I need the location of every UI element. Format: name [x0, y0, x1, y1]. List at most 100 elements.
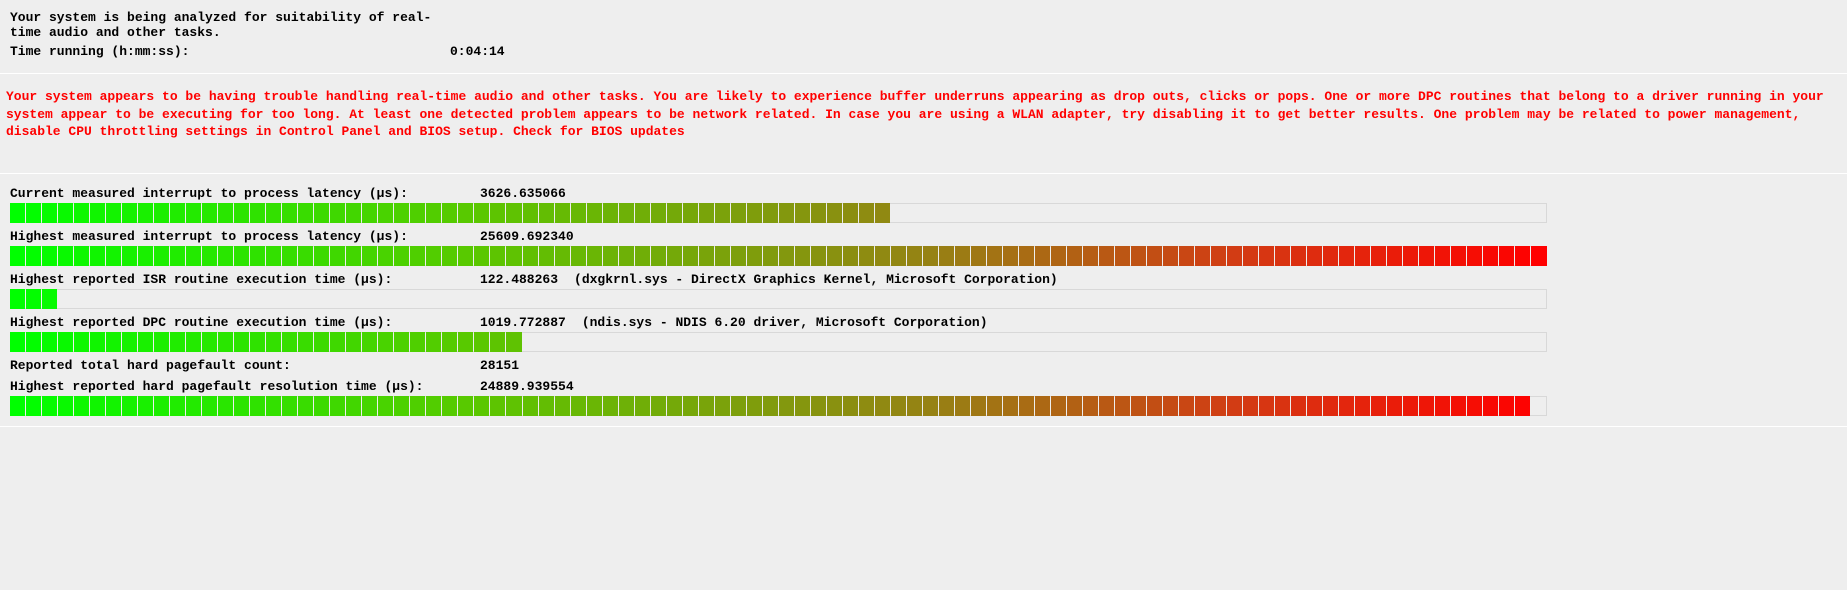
bar-segment	[939, 246, 954, 266]
bar-segment	[234, 246, 249, 266]
bar-segment	[683, 246, 698, 266]
bar-segment	[1499, 246, 1514, 266]
bar-segment	[907, 246, 922, 266]
bar-segment	[1419, 396, 1434, 416]
bar-segment	[1307, 246, 1322, 266]
bar-segment	[859, 246, 874, 266]
bar-segment	[410, 203, 425, 223]
bar-segment	[1099, 246, 1114, 266]
bar-segment	[747, 246, 762, 266]
current-latency-label: Current measured interrupt to process la…	[10, 186, 480, 201]
bar-segment	[442, 396, 457, 416]
bar-segment	[26, 396, 41, 416]
bar-segment	[603, 203, 618, 223]
bar-segment	[90, 332, 105, 352]
bar-segment	[875, 396, 890, 416]
bar-segment	[234, 203, 249, 223]
bar-segment	[74, 332, 89, 352]
bar-segment	[362, 246, 377, 266]
bar-segment	[1083, 396, 1098, 416]
bar-segment	[314, 332, 329, 352]
bar-segment	[106, 332, 121, 352]
bar-segment	[715, 246, 730, 266]
bar-segment	[410, 332, 425, 352]
bar-segment	[795, 246, 810, 266]
pagefault-time-label: Highest reported hard pagefault resoluti…	[10, 379, 480, 394]
bar-segment	[971, 396, 986, 416]
bar-segment	[186, 203, 201, 223]
bar-segment	[298, 332, 313, 352]
bar-segment	[362, 203, 377, 223]
bar-segment	[458, 203, 473, 223]
bar-segment	[458, 246, 473, 266]
bar-segment	[42, 332, 57, 352]
bar-segment	[378, 203, 393, 223]
bar-segment	[490, 396, 505, 416]
bar-segment	[747, 396, 762, 416]
bar-segment	[250, 396, 265, 416]
bar-segment	[1467, 246, 1482, 266]
bar-segment	[330, 396, 345, 416]
bar-segment	[1483, 396, 1498, 416]
bar-segment	[1195, 246, 1210, 266]
bar-segment	[987, 246, 1002, 266]
bar-segment	[1195, 396, 1210, 416]
bar-segment	[603, 246, 618, 266]
bar-segment	[378, 332, 393, 352]
bar-segment	[891, 246, 906, 266]
bar-segment	[619, 246, 634, 266]
bar-segment	[987, 396, 1002, 416]
bar-segment	[715, 203, 730, 223]
bar-segment	[875, 203, 890, 223]
bar-segment	[346, 332, 361, 352]
bar-segment	[1131, 396, 1146, 416]
bar-segment	[939, 396, 954, 416]
bar-segment	[394, 396, 409, 416]
bar-segment	[1403, 396, 1418, 416]
time-running-value: 0:04:14	[450, 44, 505, 59]
bar-segment	[907, 396, 922, 416]
bar-segment	[1275, 246, 1290, 266]
bar-segment	[42, 289, 57, 309]
bar-segment	[1531, 246, 1546, 266]
bar-segment	[330, 332, 345, 352]
bar-segment	[474, 396, 489, 416]
bar-segment	[731, 246, 746, 266]
bar-segment	[394, 332, 409, 352]
bar-segment	[26, 332, 41, 352]
bar-segment	[667, 203, 682, 223]
time-running-row: Time running (h:mm:ss): 0:04:14	[10, 44, 1837, 59]
bar-segment	[1435, 396, 1450, 416]
highest-latency-metric: Highest measured interrupt to process la…	[10, 229, 1837, 266]
bar-segment	[1211, 246, 1226, 266]
bar-segment	[378, 396, 393, 416]
bar-segment	[218, 246, 233, 266]
analyzing-message: Your system is being analyzed for suitab…	[10, 10, 450, 40]
bar-segment	[74, 246, 89, 266]
bar-segment	[202, 203, 217, 223]
bar-segment	[426, 396, 441, 416]
bar-segment	[90, 246, 105, 266]
bar-segment	[827, 203, 842, 223]
bar-segment	[1307, 396, 1322, 416]
bar-segment	[1467, 396, 1482, 416]
pagefault-bar	[10, 396, 1547, 416]
current-latency-bar	[10, 203, 1547, 223]
bar-segment	[555, 246, 570, 266]
bar-segment	[346, 246, 361, 266]
bar-segment	[426, 203, 441, 223]
bar-segment	[1227, 246, 1242, 266]
bar-segment	[154, 246, 169, 266]
analyzing-message-row: Your system is being analyzed for suitab…	[10, 10, 1837, 40]
bar-segment	[170, 396, 185, 416]
bar-segment	[474, 246, 489, 266]
bar-segment	[603, 396, 618, 416]
pagefault-metric: Reported total hard pagefault count: 281…	[10, 358, 1837, 416]
bar-segment	[1275, 396, 1290, 416]
bar-segment	[282, 246, 297, 266]
bar-segment	[1179, 396, 1194, 416]
bar-segment	[523, 203, 538, 223]
bar-segment	[138, 332, 153, 352]
dpc-bar	[10, 332, 1547, 352]
bar-segment	[1019, 246, 1034, 266]
